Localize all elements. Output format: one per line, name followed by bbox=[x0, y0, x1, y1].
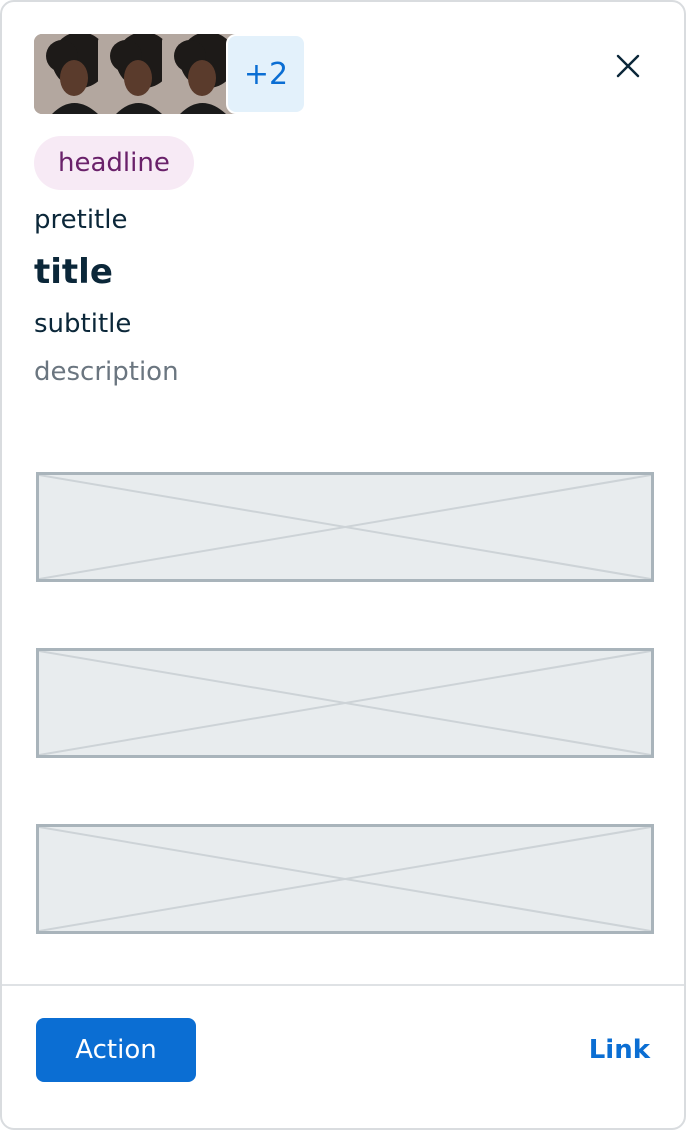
close-button[interactable] bbox=[612, 50, 644, 82]
close-icon bbox=[616, 54, 640, 78]
headline-badge: headline bbox=[34, 136, 194, 190]
image-placeholder-icon bbox=[39, 475, 651, 579]
subtitle: subtitle bbox=[34, 309, 132, 339]
card: +2 headline pretitle title subtitle desc… bbox=[0, 0, 686, 1130]
footer-link[interactable]: Link bbox=[589, 1032, 650, 1068]
slot-placeholder bbox=[36, 472, 654, 582]
description: description bbox=[34, 357, 179, 387]
image-placeholder-icon bbox=[39, 827, 651, 931]
image-placeholder-icon bbox=[39, 651, 651, 755]
action-button[interactable]: Action bbox=[36, 1018, 196, 1082]
slot-placeholder bbox=[36, 824, 654, 934]
pretitle: pretitle bbox=[34, 205, 128, 235]
footer-divider bbox=[2, 984, 684, 986]
slot-placeholder bbox=[36, 648, 654, 758]
avatar-overflow-count: +2 bbox=[226, 34, 306, 114]
avatar-group: +2 bbox=[34, 34, 314, 114]
card-title: title bbox=[34, 252, 113, 292]
